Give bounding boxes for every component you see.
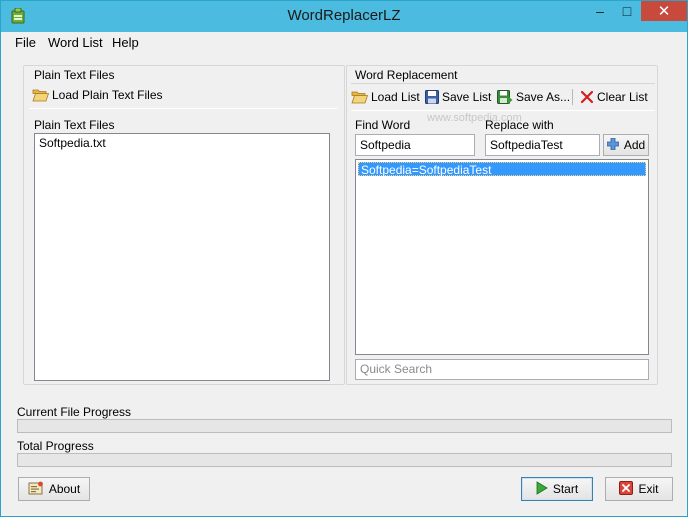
exit-button[interactable]: Exit	[605, 477, 673, 501]
find-word-label: Find Word	[355, 118, 411, 132]
exit-label: Exit	[638, 482, 659, 496]
save-list-label: Save List	[442, 90, 492, 104]
close-button[interactable]: ✕	[641, 1, 687, 21]
total-progress-bar	[17, 453, 672, 467]
about-button[interactable]: About	[18, 477, 90, 501]
current-file-progress-label: Current File Progress	[17, 405, 132, 419]
toolbar-top-divider	[351, 83, 655, 84]
about-icon	[28, 481, 44, 498]
load-plain-text-files-label: Load Plain Text Files	[52, 88, 163, 102]
add-button[interactable]: Add	[603, 134, 649, 156]
word-replacement-group: Word Replacement Load List Save List Sav…	[346, 65, 658, 385]
current-file-progress-bar	[17, 419, 672, 433]
save-as-label: Save As...	[516, 90, 571, 104]
replace-with-label: Replace with	[485, 118, 554, 132]
main-content: Plain Text Files Load Plain Text Files P…	[8, 55, 681, 511]
menu-word-list[interactable]: Word List	[48, 35, 103, 50]
maximize-button[interactable]: □	[614, 1, 640, 21]
toolbar-separator	[572, 89, 573, 105]
plus-icon	[606, 137, 620, 153]
replacement-pairs-list[interactable]: Softpedia=SoftpediaTest	[355, 159, 649, 355]
plain-text-files-group-title: Plain Text Files	[34, 68, 115, 82]
save-as-icon	[497, 90, 513, 104]
load-list-button[interactable]: Load List	[351, 87, 420, 107]
folder-open-icon	[351, 90, 368, 104]
replace-with-input[interactable]: SoftpediaTest	[485, 134, 600, 156]
load-plain-text-files-button[interactable]: Load Plain Text Files	[32, 85, 163, 105]
quick-search-input[interactable]: Quick Search	[355, 359, 649, 380]
list-item[interactable]: Softpedia=SoftpediaTest	[358, 162, 646, 177]
play-icon	[536, 480, 548, 498]
floppy-disk-icon	[425, 90, 439, 104]
start-label: Start	[552, 482, 579, 496]
menu-help[interactable]: Help	[112, 35, 139, 50]
total-progress-label: Total Progress	[17, 439, 94, 453]
toolbar-bottom-divider	[351, 110, 655, 111]
plain-text-files-list[interactable]: Softpedia.txt	[34, 133, 330, 381]
clear-list-label: Clear List	[597, 90, 648, 104]
plain-text-files-group: Plain Text Files Load Plain Text Files P…	[23, 65, 345, 385]
add-label: Add	[623, 138, 646, 152]
clear-list-button[interactable]: Clear List	[580, 87, 648, 107]
find-word-input[interactable]: Softpedia	[355, 134, 475, 156]
menu-bar: File Word List Help	[1, 32, 687, 52]
left-divider	[29, 108, 337, 109]
start-button[interactable]: Start	[521, 477, 593, 501]
load-list-label: Load List	[371, 90, 420, 104]
list-item[interactable]: Softpedia.txt	[37, 136, 106, 150]
minimize-button[interactable]: –	[587, 1, 613, 21]
window-title: WordReplacerLZ	[287, 7, 401, 24]
save-list-button[interactable]: Save List	[425, 87, 491, 107]
red-x-icon	[580, 90, 594, 104]
title-bar[interactable]: WordReplacerLZ – □ ✕	[1, 1, 687, 32]
exit-icon	[619, 480, 634, 498]
folder-open-icon	[32, 88, 49, 102]
plain-text-files-list-title: Plain Text Files	[34, 118, 115, 132]
about-label: About	[48, 482, 81, 496]
word-replacement-group-title: Word Replacement	[355, 68, 458, 82]
app-window: WordReplacerLZ – □ ✕ File Word List Help…	[0, 0, 688, 517]
save-as-button[interactable]: Save As...	[497, 87, 570, 107]
menu-file[interactable]: File	[15, 35, 36, 50]
